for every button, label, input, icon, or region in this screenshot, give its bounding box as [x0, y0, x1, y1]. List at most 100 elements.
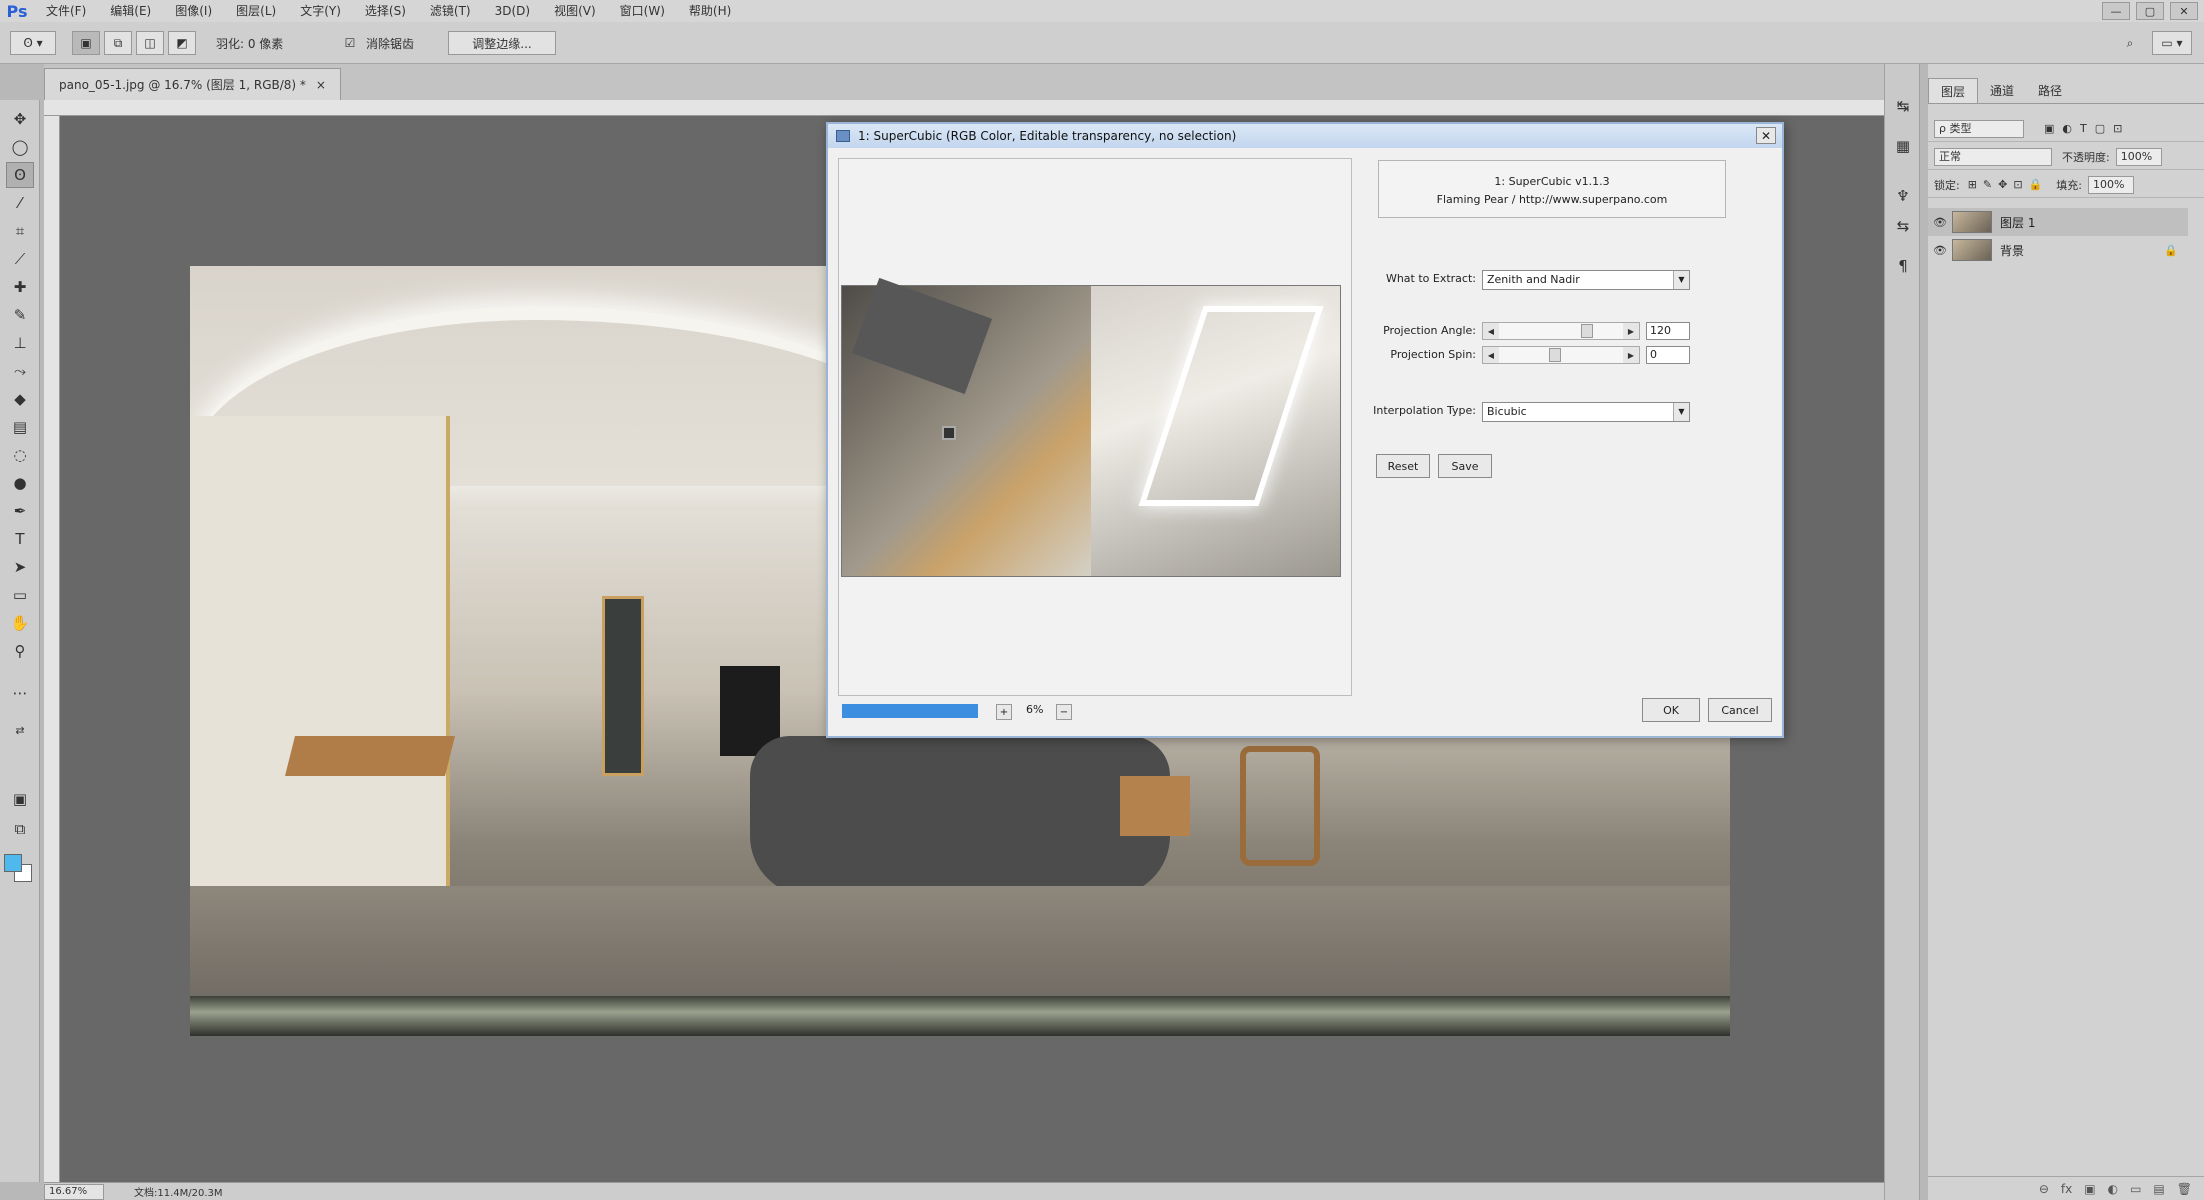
crop-tool-icon[interactable]: ⌗: [6, 218, 34, 244]
close-tab-icon[interactable]: ×: [316, 78, 326, 92]
menu-layer[interactable]: 图层(L): [224, 0, 288, 22]
antialias-checkbox[interactable]: ☑: [338, 31, 362, 55]
preview-zenith: [1091, 286, 1340, 576]
preview-image[interactable]: [841, 277, 1341, 577]
add-selection-button[interactable]: ⧉: [104, 31, 132, 55]
blend-mode-select[interactable]: 正常: [1934, 147, 2052, 166]
menu-select[interactable]: 选择(S): [353, 0, 418, 22]
menu-view[interactable]: 视图(V): [542, 0, 608, 22]
pen-tool-icon[interactable]: ✒: [6, 498, 34, 524]
dodge-tool-icon[interactable]: ●: [6, 470, 34, 496]
subtract-selection-button[interactable]: ◫: [136, 31, 164, 55]
move-tool-icon[interactable]: ✥: [6, 106, 34, 132]
shape-tool-icon[interactable]: ▭: [6, 582, 34, 608]
scroll-right-icon[interactable]: ▶: [1623, 323, 1639, 339]
spin-slider[interactable]: ◀ ▶: [1482, 346, 1640, 364]
screen-mode-icon[interactable]: ⧉: [6, 816, 34, 842]
properties-panel-icon[interactable]: ▦: [1891, 134, 1915, 158]
zoom-level-field[interactable]: 16.67%: [44, 1183, 104, 1200]
lasso-tool-icon[interactable]: ʘ: [6, 162, 34, 188]
healing-tool-icon[interactable]: ✚: [6, 274, 34, 300]
blur-tool-icon[interactable]: ◌: [6, 442, 34, 468]
delete-layer-icon[interactable]: 🗑: [2177, 1182, 2192, 1196]
clone-stamp-tool-icon[interactable]: ⊥: [6, 330, 34, 356]
type-tool-icon[interactable]: T: [6, 526, 34, 552]
interpolation-select[interactable]: Bicubic ▼: [1482, 402, 1690, 422]
maximize-button[interactable]: ▢: [2136, 2, 2164, 20]
spin-input[interactable]: 0: [1646, 346, 1690, 364]
fill-input[interactable]: 100%: [2088, 175, 2135, 194]
close-window-button[interactable]: ✕: [2170, 2, 2198, 20]
cancel-button[interactable]: Cancel: [1708, 698, 1772, 722]
visibility-eye-icon[interactable]: 👁: [1928, 216, 1952, 229]
adjustments-panel-icon[interactable]: ⇆: [1891, 214, 1915, 238]
quick-mask-icon[interactable]: ▣: [6, 786, 34, 812]
reset-button[interactable]: Reset: [1376, 454, 1430, 478]
scroll-left-icon[interactable]: ◀: [1483, 323, 1499, 339]
new-group-icon[interactable]: ▭: [2130, 1182, 2141, 1196]
history-brush-tool-icon[interactable]: ⤳: [6, 358, 34, 384]
panel-tabs: 图层 通道 路径: [1928, 78, 2204, 104]
angle-slider[interactable]: ◀ ▶: [1482, 322, 1640, 340]
menu-3d[interactable]: 3D(D): [483, 0, 542, 22]
extract-select[interactable]: Zenith and Nadir ▼: [1482, 270, 1690, 290]
eyedropper-tool-icon[interactable]: ⟋: [6, 246, 34, 272]
adjustment-layer-icon[interactable]: ◐: [2108, 1182, 2118, 1196]
foreground-color-swatch[interactable]: [4, 854, 22, 872]
history-panel-icon[interactable]: ↹: [1891, 94, 1915, 118]
menu-help[interactable]: 帮助(H): [677, 0, 743, 22]
menu-edit[interactable]: 编辑(E): [98, 0, 163, 22]
layer-mask-icon[interactable]: ▣: [2084, 1182, 2095, 1196]
menu-type[interactable]: 文字(Y): [288, 0, 353, 22]
menu-image[interactable]: 图像(I): [163, 0, 224, 22]
layer-row[interactable]: 👁 背景 🔒: [1928, 236, 2188, 264]
layer-kind-filter[interactable]: ρ 类型: [1934, 119, 2024, 138]
character-panel-icon[interactable]: ¶: [1891, 254, 1915, 278]
document-tab[interactable]: pano_05-1.jpg @ 16.7% (图层 1, RGB/8) * ×: [44, 68, 341, 100]
refine-edge-button[interactable]: 调整边缘...: [448, 31, 556, 55]
dialog-titlebar[interactable]: 1: SuperCubic (RGB Color, Editable trans…: [828, 124, 1782, 148]
hand-tool-icon[interactable]: ✋: [6, 610, 34, 636]
tab-channels[interactable]: 通道: [1978, 78, 2026, 103]
more-tools-icon[interactable]: ⋯: [6, 680, 34, 706]
quick-select-tool-icon[interactable]: ⁄: [6, 190, 34, 216]
save-button[interactable]: Save: [1438, 454, 1492, 478]
new-layer-icon[interactable]: ▤: [2153, 1182, 2164, 1196]
search-icon[interactable]: ⌕: [2116, 31, 2144, 55]
new-selection-button[interactable]: ▣: [72, 31, 100, 55]
opacity-input[interactable]: 100%: [2115, 147, 2162, 166]
eraser-tool-icon[interactable]: ◆: [6, 386, 34, 412]
zoom-out-button[interactable]: −: [1056, 704, 1072, 720]
lasso-preset-picker[interactable]: ʘ ▾: [10, 31, 56, 55]
tab-layers[interactable]: 图层: [1928, 78, 1979, 103]
spin-slider-thumb[interactable]: [1549, 348, 1561, 362]
tab-paths[interactable]: 路径: [2026, 78, 2074, 103]
layer-style-icon[interactable]: fx: [2061, 1182, 2072, 1196]
path-select-tool-icon[interactable]: ➤: [6, 554, 34, 580]
link-layers-icon[interactable]: ⊖: [2039, 1182, 2049, 1196]
dialog-close-button[interactable]: ✕: [1756, 127, 1776, 144]
ok-button[interactable]: OK: [1642, 698, 1700, 722]
menu-file[interactable]: 文件(F): [34, 0, 98, 22]
layer-row[interactable]: 👁 图层 1: [1928, 208, 2188, 236]
visibility-eye-icon[interactable]: 👁: [1928, 244, 1952, 257]
brush-panel-icon[interactable]: ♆: [1891, 184, 1915, 208]
intersect-selection-button[interactable]: ◩: [168, 31, 196, 55]
gradient-tool-icon[interactable]: ▤: [6, 414, 34, 440]
workspace-switcher[interactable]: ▭ ▾: [2152, 31, 2192, 55]
angle-input[interactable]: 120: [1646, 322, 1690, 340]
scroll-right-icon[interactable]: ▶: [1623, 347, 1639, 363]
marquee-tool-icon[interactable]: ◯: [6, 134, 34, 160]
zoom-in-button[interactable]: +: [996, 704, 1012, 720]
lock-icons[interactable]: ⊞✎✥⊡🔒: [1968, 178, 2049, 191]
brush-tool-icon[interactable]: ✎: [6, 302, 34, 328]
filter-icons[interactable]: ▣◐T▢⊡: [2044, 122, 2130, 135]
zoom-tool-icon[interactable]: ⚲: [6, 638, 34, 664]
swap-colors-icon[interactable]: ⇄: [6, 720, 34, 740]
minimize-button[interactable]: —: [2102, 2, 2130, 20]
scroll-left-icon[interactable]: ◀: [1483, 347, 1499, 363]
menu-window[interactable]: 窗口(W): [608, 0, 677, 22]
menu-filter[interactable]: 滤镜(T): [418, 0, 483, 22]
angle-slider-thumb[interactable]: [1581, 324, 1593, 338]
layer-thumbnail: [1952, 239, 1992, 261]
